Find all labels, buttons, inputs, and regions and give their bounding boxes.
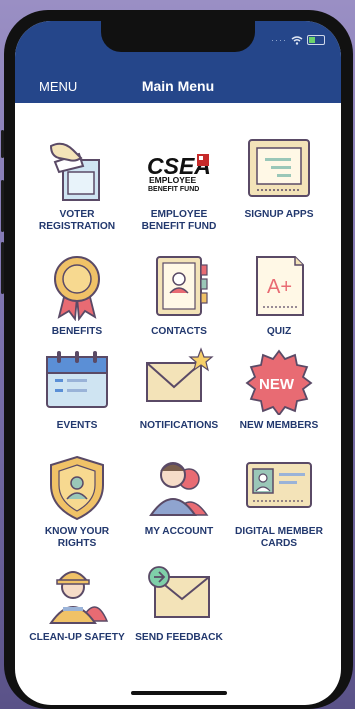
ballot-box-icon [49,142,100,201]
tile-send-feedback[interactable]: SEND FEEDBACK [129,559,229,644]
phone-frame: ···· MENU Main Menu VOTER REGISTRATION C… [1,10,353,709]
tile-label: BENEFITS [51,326,103,337]
tile-employee-benefit-fund[interactable]: CSEA EMPLOYEE BENEFIT FUND EMPLOYEE BENE… [129,136,229,233]
tile-digital-member-cards[interactable]: DIGITAL MEMBER CARDS [229,453,329,550]
tile-label: CONTACTS [151,326,207,337]
form-icon [248,139,310,197]
contact-book-icon [156,256,208,316]
envelope-star-icon [146,347,214,402]
user-group-icon [149,462,209,516]
tile-label: MY ACCOUNT [144,526,214,537]
shield-person-icon [50,455,104,521]
wifi-icon [291,35,303,45]
tile-signup-apps[interactable]: SIGNUP APPS [229,136,329,221]
tile-quiz[interactable]: A+ QUIZ [229,253,329,338]
tile-clean-up-safety[interactable]: CLEAN-UP SAFETY [27,559,127,644]
tile-voter-registration[interactable]: VOTER REGISTRATION [27,136,127,233]
svg-text:NEW: NEW [259,376,295,393]
tile-label: EMPLOYEE BENEFIT FUND [141,209,217,232]
status-bar: ···· [271,35,325,45]
signal-icon: ···· [271,35,287,45]
tile-know-your-rights[interactable]: KNOW YOUR RIGHTS [27,453,127,550]
page-title: Main Menu [141,78,215,94]
app-screen: ···· MENU Main Menu VOTER REGISTRATION C… [15,21,341,705]
tile-notifications[interactable]: NOTIFICATIONS [129,347,229,432]
tile-events[interactable]: EVENTS [27,347,127,432]
tile-label: KNOW YOUR RIGHTS [44,526,110,549]
tile-benefits[interactable]: BENEFITS [27,253,127,338]
battery-icon [307,35,325,45]
home-indicator[interactable] [131,691,227,695]
a-plus-paper-icon: A+ [256,256,304,316]
tile-new-members[interactable]: NEW NEW MEMBERS [229,347,329,432]
tile-label: SEND FEEDBACK [135,632,223,643]
volume-up-button [1,180,4,232]
tile-my-account[interactable]: MY ACCOUNT [129,453,229,538]
tile-label: DIGITAL MEMBER CARDS [235,526,323,549]
award-badge-icon [54,256,100,321]
tile-label: SIGNUP APPS [244,209,314,220]
envelope-send-icon [148,566,210,618]
svg-text:BENEFIT FUND: BENEFIT FUND [148,186,199,193]
tile-label: QUIZ [266,326,292,337]
app-header: ···· MENU Main Menu [15,21,341,103]
mute-switch [1,130,4,158]
calendar-icon [46,351,108,408]
volume-down-button [1,242,4,294]
tile-contacts[interactable]: CONTACTS [129,253,229,338]
tile-label: VOTER REGISTRATION [38,209,116,232]
svg-text:A+: A+ [267,276,292,298]
notch [101,21,255,52]
tile-label: NOTIFICATIONS [139,420,219,431]
new-badge-icon: NEW [245,349,313,415]
tile-label: EVENTS [56,420,98,431]
svg-text:EMPLOYEE: EMPLOYEE [149,175,197,185]
worker-helmet-icon [49,571,109,624]
csea-logo: CSEA EMPLOYEE BENEFIT FUND [147,153,211,193]
tile-label: NEW MEMBERS [239,420,319,431]
tile-label: CLEAN-UP SAFETY [29,632,125,643]
id-card-icon [246,462,312,508]
